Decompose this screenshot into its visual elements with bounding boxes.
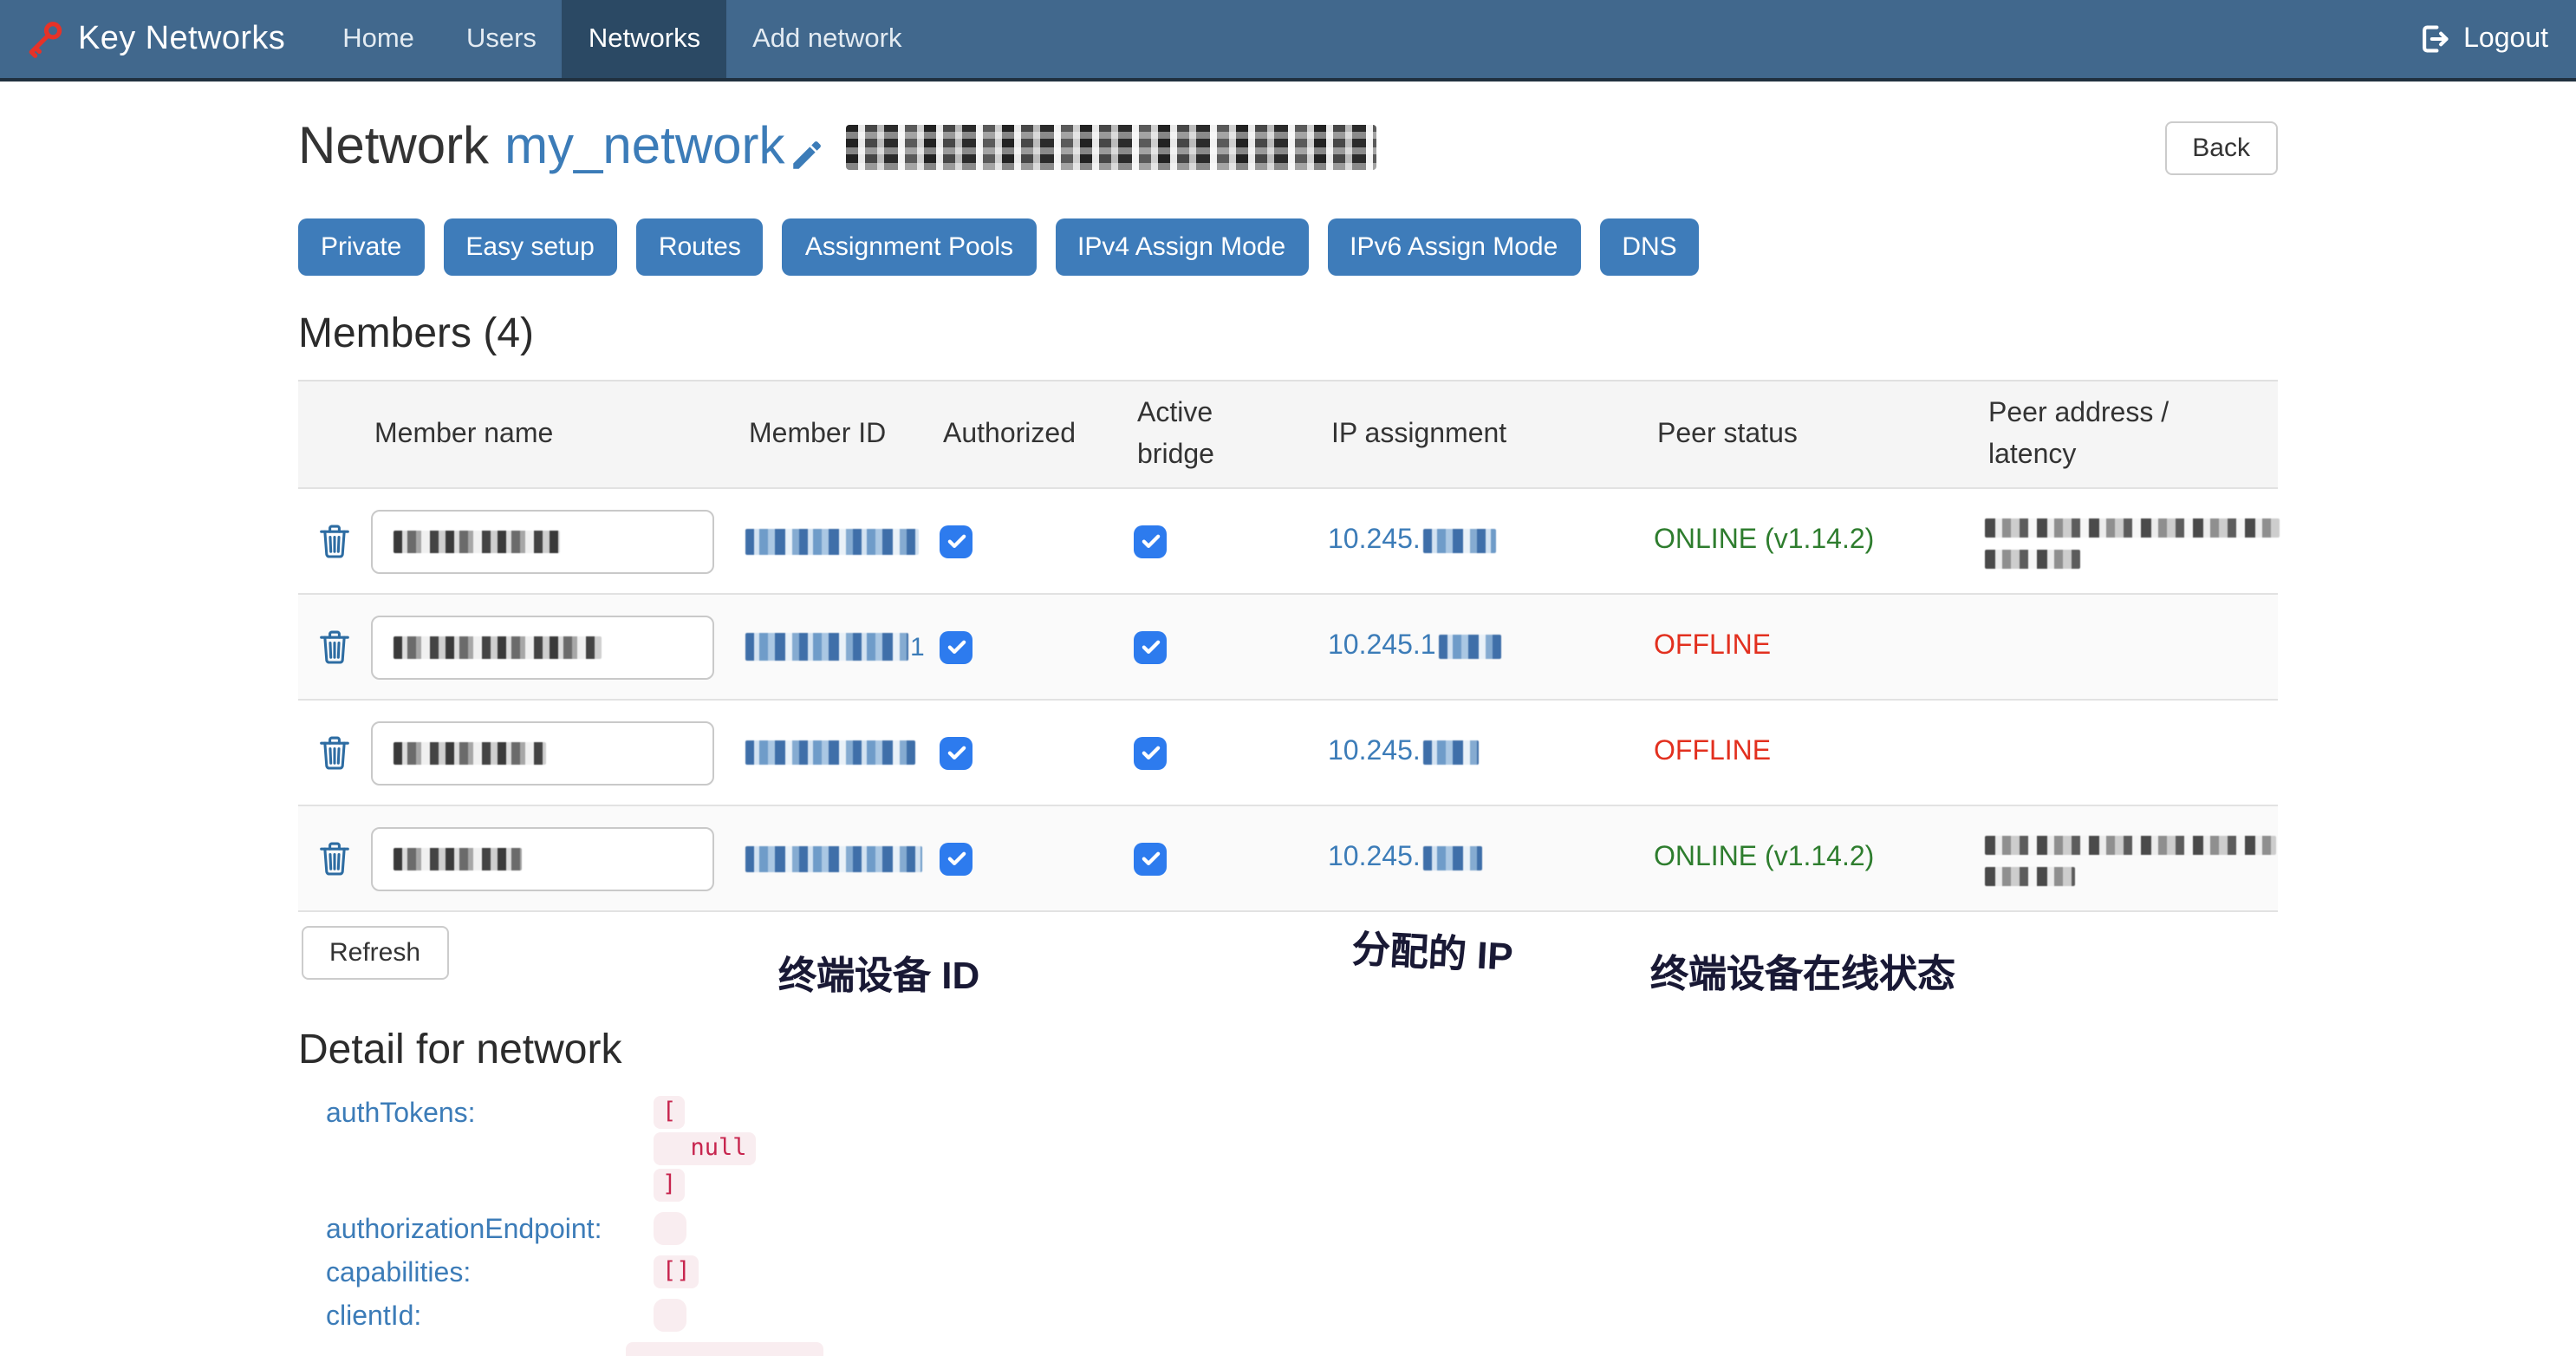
private-button[interactable]: Private [298, 218, 424, 276]
col-peer-address: Peer address / latency [1985, 394, 2278, 475]
assignment-pools-button[interactable]: Assignment Pools [783, 218, 1036, 276]
navbar: Key Networks Home Users Networks Add net… [0, 0, 2576, 81]
peer-status: OFFLINE [1654, 631, 1771, 662]
member-row-2: 1 10.245.1 OFFLINE [298, 595, 2278, 701]
member-id-link[interactable] [745, 845, 940, 871]
peer-status: ONLINE (v1.14.2) [1654, 525, 1874, 557]
member-name-input[interactable] [371, 509, 714, 573]
detail-value: ] [654, 1169, 685, 1202]
detail-entry-authorization-endpoint: authorizationEndpoint: [298, 1212, 2278, 1248]
col-member-id: Member ID [745, 419, 940, 450]
member-id-link[interactable]: 1 [745, 632, 940, 662]
peer-address [1985, 831, 2278, 885]
network-title-row: Network my_network Back [298, 113, 2278, 182]
member-name-input[interactable] [371, 826, 714, 890]
member-name-input[interactable] [371, 615, 714, 679]
peer-status: OFFLINE [1654, 737, 1771, 768]
ip-assignment: 10.245. [1328, 737, 1654, 768]
detail-entry-capabilities: capabilities: [] [298, 1255, 2278, 1292]
member-name-input[interactable] [371, 720, 714, 785]
detail-value-empty [654, 1299, 686, 1332]
brand-title: Key Networks [78, 20, 285, 58]
authorized-checkbox[interactable] [940, 630, 1134, 663]
authorized-checkbox[interactable] [940, 525, 1134, 557]
delete-member-button[interactable] [298, 524, 371, 558]
key-logo-icon [23, 18, 64, 60]
ip-assignment: 10.245. [1328, 525, 1654, 557]
detail-key: capabilities: [298, 1255, 654, 1292]
network-settings-buttons: Private Easy setup Routes Assignment Poo… [298, 218, 2278, 276]
detail-key: authorizationEndpoint: [298, 1212, 654, 1248]
logout-label: Logout [2463, 23, 2548, 55]
members-table: Member name Member ID Authorized Active … [298, 380, 2278, 912]
active-bridge-checkbox[interactable] [1134, 630, 1328, 663]
active-bridge-checkbox[interactable] [1134, 842, 1328, 875]
member-row-1: 10.245. ONLINE (v1.14.2) [298, 489, 2278, 595]
member-row-3: 10.245. OFFLINE [298, 701, 2278, 806]
peer-status: ONLINE (v1.14.2) [1654, 843, 1874, 874]
col-active-bridge: Active bridge [1134, 394, 1328, 475]
ip-assignment: 10.245.1 [1328, 631, 1654, 662]
member-row-4: 10.245. ONLINE (v1.14.2) [298, 806, 2278, 912]
logout-button[interactable]: Logout [2418, 0, 2576, 78]
network-id-redacted [846, 125, 1376, 170]
annotation-member-id: 终端设备 ID [778, 945, 979, 1001]
active-bridge-checkbox[interactable] [1134, 525, 1328, 557]
peer-address [1985, 514, 2280, 568]
detail-key: authTokens: [298, 1096, 654, 1205]
page: Key Networks Home Users Networks Add net… [0, 0, 2576, 1301]
delete-member-button[interactable] [298, 735, 371, 770]
delete-member-button[interactable] [298, 629, 371, 664]
detail-next-value-partial [626, 1342, 823, 1356]
annotation-peer-status: 终端设备在线状态 [1650, 943, 1955, 999]
authorized-checkbox[interactable] [940, 842, 1134, 875]
nav-item-home[interactable]: Home [316, 0, 440, 78]
network-name-link[interactable]: my_network [504, 118, 784, 177]
detail-value: [ [654, 1096, 685, 1129]
brand[interactable]: Key Networks [0, 0, 285, 78]
nav-item-users[interactable]: Users [440, 0, 563, 78]
detail-key: clientId: [298, 1299, 654, 1335]
authorized-checkbox[interactable] [940, 736, 1134, 769]
easy-setup-button[interactable]: Easy setup [443, 218, 616, 276]
col-ip-assignment: IP assignment [1328, 419, 1654, 450]
col-authorized: Authorized [940, 419, 1134, 450]
page-title: Network [298, 118, 489, 177]
detail-value: [] [654, 1255, 699, 1288]
delete-member-button[interactable] [298, 841, 371, 876]
refresh-row: Refresh 终端设备 ID 分配的 IP 终端设备在线状态 [298, 926, 2278, 1013]
detail-value-empty [654, 1212, 686, 1245]
annotation-ip: 分配的 IP [1350, 918, 1514, 982]
dns-button[interactable]: DNS [1599, 218, 1699, 276]
members-heading: Members (4) [298, 310, 2278, 359]
detail-heading: Detail for network [298, 1027, 2278, 1075]
members-table-header: Member name Member ID Authorized Active … [298, 380, 2278, 489]
edit-pencil-icon[interactable] [789, 136, 825, 173]
logout-icon [2418, 23, 2451, 55]
active-bridge-checkbox[interactable] [1134, 736, 1328, 769]
refresh-button[interactable]: Refresh [302, 926, 448, 980]
back-button[interactable]: Back [2164, 121, 2278, 174]
member-id-link[interactable] [745, 740, 940, 765]
detail-entry-authtokens: authTokens: [ null ] [298, 1096, 2278, 1205]
ipv4-assign-mode-button[interactable]: IPv4 Assign Mode [1055, 218, 1308, 276]
col-peer-status: Peer status [1654, 419, 1985, 450]
ip-assignment: 10.245. [1328, 843, 1654, 874]
nav-item-networks[interactable]: Networks [563, 0, 726, 78]
detail-value: null [654, 1132, 756, 1165]
detail-entry-clientid: clientId: [298, 1299, 2278, 1335]
routes-button[interactable]: Routes [636, 218, 764, 276]
ipv6-assign-mode-button[interactable]: IPv6 Assign Mode [1327, 218, 1580, 276]
nav-items: Home Users Networks Add network [316, 0, 927, 78]
detail-list: authTokens: [ null ] authorizationEndpoi… [298, 1096, 2278, 1356]
member-id-link[interactable] [745, 528, 940, 554]
col-member-name: Member name [371, 419, 745, 450]
nav-item-add-network[interactable]: Add network [726, 0, 927, 78]
